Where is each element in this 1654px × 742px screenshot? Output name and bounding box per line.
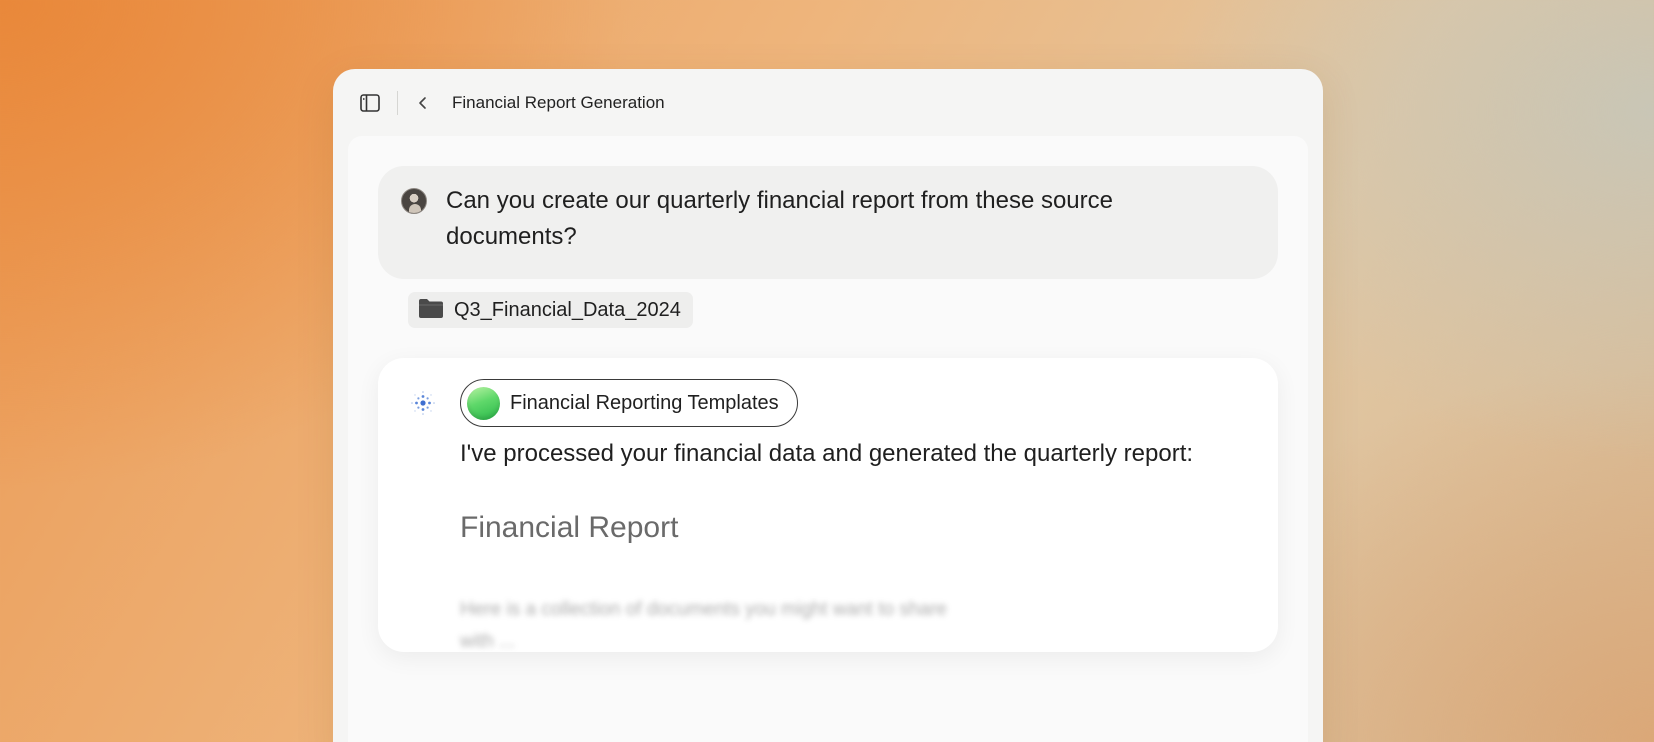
attachment-label: Q3_Financial_Data_2024 [454,298,681,321]
assistant-message-text: I've processed your financial data and g… [460,440,1194,467]
attachment-chip[interactable]: Q3_Financial_Data_2024 [408,292,693,328]
window-title: Financial Report Generation [452,92,665,112]
chat-content: Can you create our quarterly financial r… [348,136,1308,742]
app-window: Financial Report Generation Can you crea… [333,69,1323,742]
report-preview-text: Here is a collection of documents you mi… [460,599,947,652]
source-chip[interactable]: Financial Reporting Templates [460,379,798,427]
chevron-left-icon[interactable] [414,94,432,112]
title-bar: Financial Report Generation [333,69,1323,136]
toolbar-divider [397,90,398,115]
user-message-text: Can you create our quarterly financial r… [446,187,1113,250]
source-chip-label: Financial Reporting Templates [510,391,779,414]
report-heading: Financial Report [460,511,679,544]
assistant-message-card: Financial Reporting Templates I've proce… [378,358,1278,652]
template-source-logo [467,386,500,420]
sparkle-dots-icon [408,388,438,418]
sidebar-toggle-icon[interactable] [359,92,381,114]
user-message-bubble: Can you create our quarterly financial r… [378,166,1278,279]
folder-icon [418,297,444,324]
user-avatar [401,188,427,214]
